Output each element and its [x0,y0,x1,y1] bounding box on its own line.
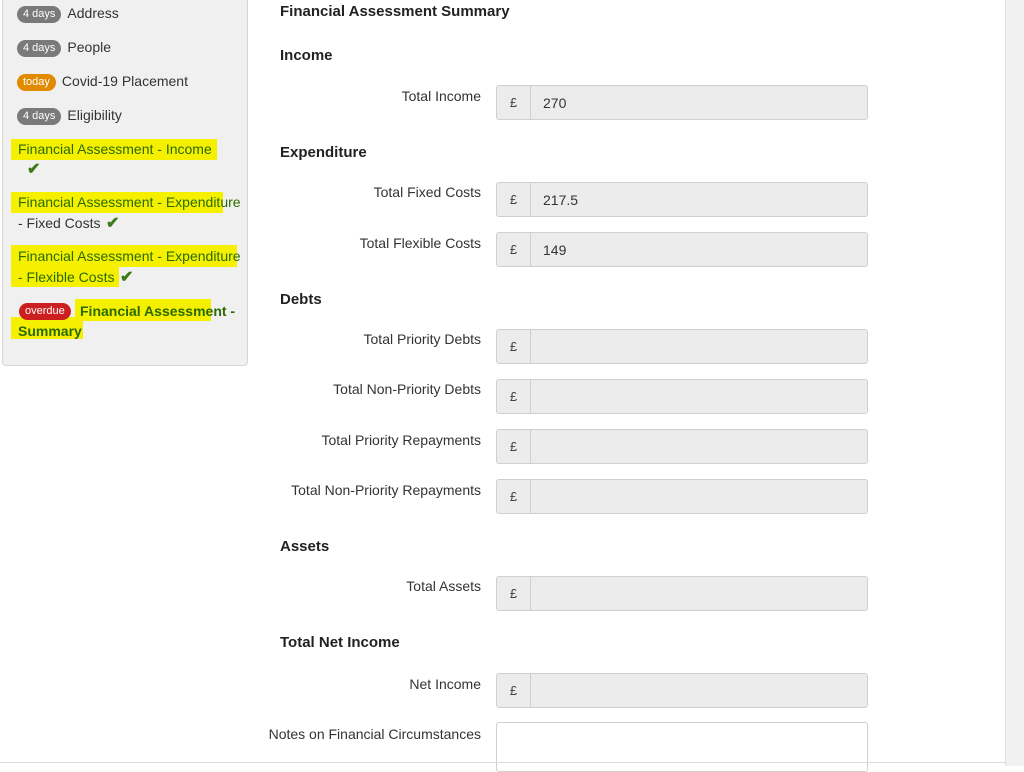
total-fixed-costs-field[interactable]: £ 217.5 [496,182,868,217]
sidebar-item-label-cont: - Fixed Costs [18,215,101,231]
field-label: Total Priority Debts [363,331,481,347]
section-heading-total-net-income: Total Net Income [280,634,400,651]
check-icon: ✔ [106,215,120,232]
due-badge: 4 days [17,6,62,23]
sidebar-item-label-cont: Summary [18,323,82,339]
sidebar-item-eligibility[interactable]: 4 days Eligibility [17,107,122,125]
total-non-priority-repayments-field[interactable]: £ [496,479,868,514]
currency-addon: £ [497,674,531,707]
sidebar-item-label: People [67,39,112,55]
field-value: 217.5 [543,191,579,208]
section-heading-expenditure: Expenditure [280,144,367,161]
sidebar-item-label: Financial Assessment - Expenditure [18,248,241,264]
field-label: Total Non-Priority Debts [333,381,481,397]
total-priority-repayments-field[interactable]: £ [496,429,868,464]
sidebar-item-label: Covid-19 Placement [61,73,188,89]
section-heading-assets: Assets [280,538,330,555]
total-assets-field[interactable]: £ [496,576,868,611]
total-non-priority-debts-field[interactable]: £ [496,379,868,414]
currency-addon: £ [497,233,531,266]
field-label: Notes on Financial Circumstances [268,726,481,742]
sidebar-item-people[interactable]: 4 days People [17,39,111,57]
field-value [531,577,867,610]
sidebar-item-label: Address [67,5,119,21]
page-bottom-divider [0,762,1024,763]
field-value [531,430,867,463]
currency-addon: £ [497,183,531,216]
currency-addon: £ [497,480,531,513]
due-badge: today [17,74,56,91]
due-badge: 4 days [17,40,62,57]
sidebar-item-address[interactable]: 4 days Address [17,5,119,23]
net-income-field[interactable]: £ [496,673,868,708]
field-label: Total Flexible Costs [359,235,481,251]
currency-addon: £ [497,577,531,610]
field-label: Net Income [409,676,481,692]
field-value: 149 [543,241,567,258]
field-value [531,480,867,513]
currency-addon: £ [497,430,531,463]
sidebar-item-label: Financial Assessment - [80,303,236,319]
field-label: Total Non-Priority Repayments [291,482,481,498]
currency-addon: £ [497,380,531,413]
currency-addon: £ [497,86,531,119]
field-label: Total Priority Repayments [321,432,481,448]
sidebar-item-label: Financial Assessment - Income [18,141,212,157]
sidebar-item-label: Financial Assessment - Expenditure [18,194,241,210]
section-heading-debts: Debts [280,291,322,308]
notes-textarea[interactable] [496,722,868,772]
sidebar-item-covid-placement[interactable]: today Covid-19 Placement [17,73,188,91]
sidebar-item-label: Eligibility [67,107,122,123]
page-title: Financial Assessment Summary [280,3,510,20]
section-heading-income: Income [280,47,333,64]
total-priority-debts-field[interactable]: £ [496,329,868,364]
field-value [531,674,867,707]
scrollbar[interactable] [1005,0,1024,766]
check-icon: ✔ [27,161,41,178]
field-value: 270 [543,94,567,111]
total-flexible-costs-field[interactable]: £ 149 [496,232,868,267]
currency-addon: £ [497,330,531,363]
check-icon: ✔ [120,269,134,286]
overdue-badge: overdue [19,303,71,320]
field-label: Total Fixed Costs [373,184,481,200]
total-income-field[interactable]: £ 270 [496,85,868,120]
field-value [531,380,867,413]
sidebar-item-label-cont: - Flexible Costs [18,269,115,285]
due-badge: 4 days [17,108,62,125]
sidebar: 4 days Address 4 days People today Covid-19… [2,0,248,366]
field-label: Total Assets [406,578,481,594]
field-label: Total Income [401,88,481,104]
field-value [531,330,867,363]
